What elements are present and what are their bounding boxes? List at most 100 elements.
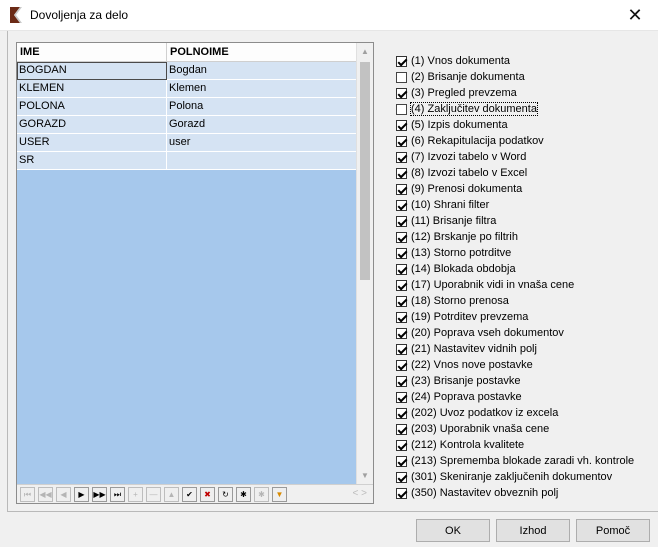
checkbox-checked[interactable] <box>396 87 407 99</box>
checkbox-checked[interactable] <box>396 231 407 243</box>
cell-ime[interactable]: GORAZD <box>17 116 167 134</box>
scroll-thumb[interactable] <box>360 62 370 280</box>
checkbox-checked[interactable] <box>396 311 407 323</box>
post-icon[interactable]: ✔ <box>182 487 197 502</box>
permission-item[interactable]: (14) Blokada obdobja <box>396 261 651 277</box>
help-button[interactable]: Pomoč <box>576 519 650 542</box>
next-page-icon[interactable]: ▶▶ <box>92 487 107 502</box>
insert-icon[interactable]: + <box>128 487 143 502</box>
checkbox-checked[interactable] <box>396 471 407 483</box>
permission-item[interactable]: (20) Poprava vseh dokumentov <box>396 325 651 341</box>
permission-item[interactable]: (13) Storno potrditve <box>396 245 651 261</box>
users-grid[interactable]: IME POLNOIME BOGDAN Bogdan KLEMEN Klemen POL… <box>16 42 374 504</box>
exit-button[interactable]: Izhod <box>496 519 570 542</box>
grid-vertical-scrollbar[interactable]: ▲ ▼ <box>356 43 373 484</box>
cell-ime[interactable]: POLONA <box>17 98 167 116</box>
checkbox-checked[interactable] <box>396 247 407 259</box>
refresh-icon[interactable]: ↻ <box>218 487 233 502</box>
checkbox-checked[interactable] <box>396 151 407 163</box>
scroll-up-icon[interactable]: ▲ <box>357 43 373 60</box>
permission-item[interactable]: (3) Pregled prevzema <box>396 85 651 101</box>
checkbox-checked[interactable] <box>396 407 407 419</box>
permission-item[interactable]: (24) Poprava postavke <box>396 389 651 405</box>
scroll-down-icon[interactable]: ▼ <box>357 467 373 484</box>
bookmark-icon[interactable]: ✱ <box>236 487 251 502</box>
permission-item[interactable]: (19) Potrditev prevzema <box>396 309 651 325</box>
permission-item[interactable]: (5) Izpis dokumenta <box>396 117 651 133</box>
table-row[interactable]: SR <box>17 152 357 170</box>
checkbox-checked[interactable] <box>396 135 407 147</box>
ok-button[interactable]: OK <box>416 519 490 542</box>
checkbox-checked[interactable] <box>396 167 407 179</box>
permission-item[interactable]: (6) Rekapitulacija podatkov <box>396 133 651 149</box>
table-row[interactable]: USER user <box>17 134 357 152</box>
permission-item[interactable]: (18) Storno prenosa <box>396 293 651 309</box>
cell-ime[interactable]: SR <box>17 152 167 170</box>
edit-icon[interactable]: ▲ <box>164 487 179 502</box>
checkbox-checked[interactable] <box>396 279 407 291</box>
navigator-scroll-arrows[interactable]: < > <box>353 488 367 499</box>
cell-polnoime[interactable]: Bogdan <box>167 62 357 80</box>
table-row[interactable]: GORAZD Gorazd <box>17 116 357 134</box>
prior-page-icon[interactable]: ◀◀ <box>38 487 53 502</box>
permission-item[interactable]: (9) Prenosi dokumenta <box>396 181 651 197</box>
last-record-icon[interactable]: ⏭ <box>110 487 125 502</box>
checkbox-checked[interactable] <box>396 455 407 467</box>
cell-polnoime[interactable]: Polona <box>167 98 357 116</box>
permission-item[interactable]: (8) Izvozi tabelo v Excel <box>396 165 651 181</box>
cell-ime[interactable]: USER <box>17 134 167 152</box>
column-header-ime[interactable]: IME <box>17 43 167 62</box>
cell-ime[interactable]: KLEMEN <box>17 80 167 98</box>
cell-ime[interactable]: BOGDAN <box>17 62 167 80</box>
checkbox-checked[interactable] <box>396 487 407 499</box>
permission-item[interactable]: (212) Kontrola kvalitete <box>396 437 651 453</box>
permission-item[interactable]: (11) Brisanje filtra <box>396 213 651 229</box>
checkbox-checked[interactable] <box>396 439 407 451</box>
table-row[interactable]: BOGDAN Bogdan <box>17 62 357 80</box>
checkbox-checked[interactable] <box>396 119 407 131</box>
checkbox-checked[interactable] <box>396 55 407 67</box>
permission-item[interactable]: (203) Uporabnik vnaša cene <box>396 421 651 437</box>
checkbox-checked[interactable] <box>396 295 407 307</box>
table-row[interactable]: POLONA Polona <box>17 98 357 116</box>
prior-record-icon[interactable]: ◀ <box>56 487 71 502</box>
checkbox-checked[interactable] <box>396 327 407 339</box>
permission-item[interactable]: (23) Brisanje postavke <box>396 373 651 389</box>
column-header-polnoime[interactable]: POLNOIME <box>167 43 357 62</box>
permission-item[interactable]: (7) Izvozi tabelo v Word <box>396 149 651 165</box>
permission-item[interactable]: (1) Vnos dokumenta <box>396 53 651 69</box>
checkbox-unchecked[interactable] <box>396 71 407 83</box>
permission-item[interactable]: (22) Vnos nove postavke <box>396 357 651 373</box>
checkbox-unchecked[interactable] <box>396 103 407 115</box>
checkbox-checked[interactable] <box>396 343 407 355</box>
table-row[interactable]: KLEMEN Klemen <box>17 80 357 98</box>
checkbox-checked[interactable] <box>396 359 407 371</box>
checkbox-checked[interactable] <box>396 215 407 227</box>
permission-item[interactable]: (213) Sprememba blokade zaradi vh. kontr… <box>396 453 651 469</box>
goto-bookmark-icon[interactable]: ✱ <box>254 487 269 502</box>
checkbox-checked[interactable] <box>396 375 407 387</box>
checkbox-checked[interactable] <box>396 199 407 211</box>
cell-polnoime[interactable] <box>167 152 357 170</box>
checkbox-checked[interactable] <box>396 423 407 435</box>
permission-item[interactable]: (4) Zaključitev dokumenta <box>396 101 651 117</box>
cell-polnoime[interactable]: Klemen <box>167 80 357 98</box>
checkbox-checked[interactable] <box>396 183 407 195</box>
filter-icon[interactable]: ▼ <box>272 487 287 502</box>
close-button[interactable]: ✕ <box>612 0 658 31</box>
cell-polnoime[interactable]: user <box>167 134 357 152</box>
first-record-icon[interactable]: ⏮ <box>20 487 35 502</box>
permission-item[interactable]: (202) Uvoz podatkov iz excela <box>396 405 651 421</box>
permission-item[interactable]: (17) Uporabnik vidi in vnaša cene <box>396 277 651 293</box>
permission-item[interactable]: (301) Skeniranje zaključenih dokumentov <box>396 469 651 485</box>
checkbox-checked[interactable] <box>396 391 407 403</box>
permission-item[interactable]: (350) Nastavitev obveznih polj <box>396 485 651 501</box>
cell-polnoime[interactable]: Gorazd <box>167 116 357 134</box>
next-record-icon[interactable]: ▶ <box>74 487 89 502</box>
permission-item[interactable]: (12) Brskanje po filtrih <box>396 229 651 245</box>
delete-icon[interactable]: — <box>146 487 161 502</box>
cancel-icon[interactable]: ✖ <box>200 487 215 502</box>
permission-item[interactable]: (2) Brisanje dokumenta <box>396 69 651 85</box>
permission-item[interactable]: (10) Shrani filter <box>396 197 651 213</box>
permission-item[interactable]: (21) Nastavitev vidnih polj <box>396 341 651 357</box>
